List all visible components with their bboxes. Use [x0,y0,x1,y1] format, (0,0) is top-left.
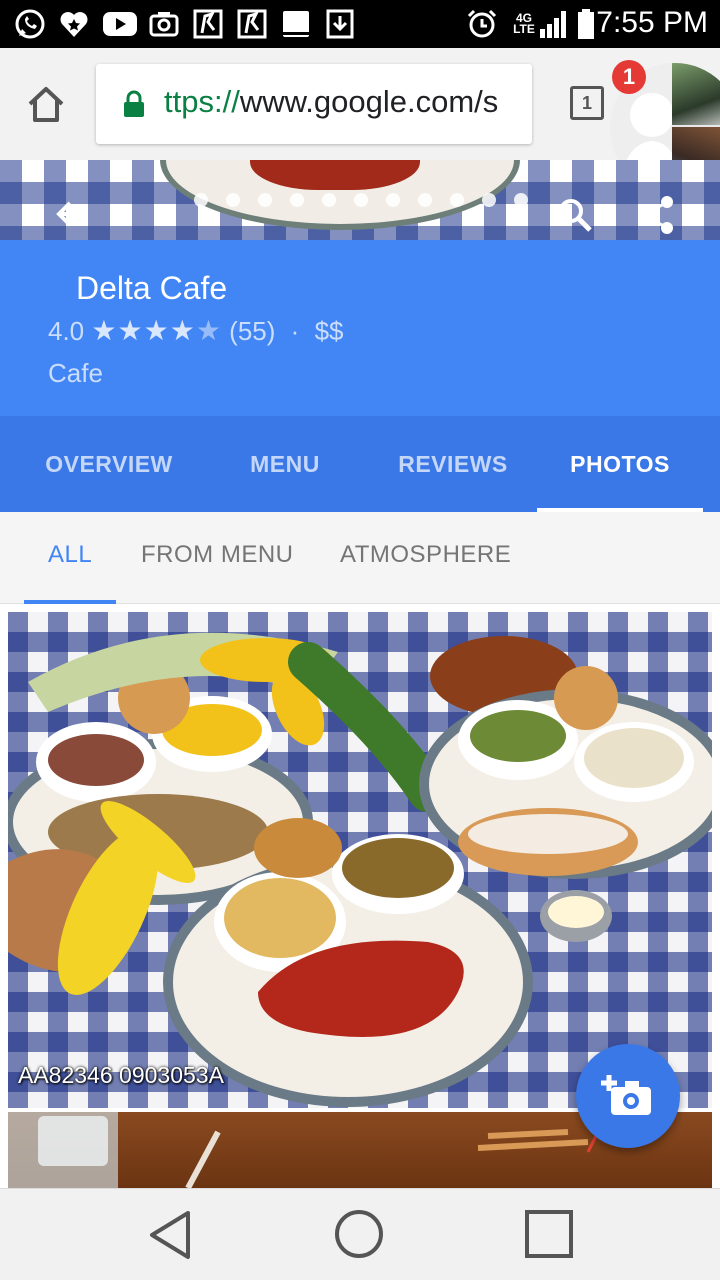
nav-back-icon[interactable] [146,1209,194,1261]
add-photo-button[interactable] [576,1044,680,1148]
carousel-dot[interactable] [482,193,496,207]
tab-menu[interactable]: MENU [200,416,370,512]
rating-value: 4.0 [48,316,85,346]
bookmark-icon [236,8,268,40]
battery-icon [574,8,598,40]
rating-stars: ★★★★★ [91,315,222,346]
status-bar: 4G LTE 7:55 PM [0,0,720,48]
url-scheme: ttps:// [164,84,240,119]
network-type: 4G LTE [513,11,535,36]
search-icon[interactable] [556,196,594,234]
star-icon: ★ [91,315,118,346]
tab-photos[interactable]: PHOTOS [537,416,703,512]
nav-home-icon[interactable] [334,1209,384,1259]
avatar-photo-top [672,63,720,125]
rating-row: 4.0 ★★★★★ (55) · $$ [48,314,343,347]
carousel-dot[interactable] [194,193,208,207]
lock-icon [122,90,146,118]
status-time: 7:55 PM [596,6,708,39]
download-icon [324,8,356,40]
tab-overview[interactable]: OVERVIEW [20,416,198,512]
url-host: www.google.com/s [239,84,499,119]
carousel-dot[interactable] [514,193,528,207]
photo-tile[interactable]: AA82346 0903053A [8,612,712,1108]
carousel-dot[interactable] [322,193,336,207]
subtab-all[interactable]: ALL [48,512,92,600]
nav-recents-icon[interactable] [524,1209,574,1259]
browser-toolbar: ttps://www.google.com/s 1 1 [0,48,720,193]
carousel-dot[interactable] [290,193,304,207]
bookmark-icon [192,8,224,40]
carousel-dot[interactable] [450,193,464,207]
place-header: Delta Cafe 4.0 ★★★★★ (55) · $$ Cafe [0,240,720,416]
star-icon: ★ [117,315,144,346]
food-illustration [8,632,712,1107]
whatsapp-icon [14,8,46,40]
url-bar[interactable]: ttps://www.google.com/s [96,64,532,144]
separator: · [290,316,300,346]
photo-filter-tabs: ALL FROM MENU ATMOSPHERE [0,512,720,604]
url-text: ttps://www.google.com/s [164,84,498,120]
tab-switcher-button[interactable]: 1 [570,86,604,120]
place-tabs: OVERVIEW MENU REVIEWS PHOTOS [0,416,720,512]
price-level: $$ [314,316,344,346]
holy-bible-icon [280,8,312,40]
photo-caption: AA82346 0903053A [18,1062,224,1088]
alarm-icon [466,8,498,40]
place-category: Cafe [48,358,103,388]
star-icon: ★ [195,315,222,346]
star-icon: ★ [169,315,196,346]
notification-badge: 1 [612,60,646,94]
subtab-atmosphere[interactable]: ATMOSPHERE [340,512,511,600]
heart-star-icon [58,8,90,40]
carousel-dot[interactable] [258,193,272,207]
camera-icon [148,8,180,40]
back-arrow-icon[interactable] [54,196,90,232]
carousel-dot[interactable] [354,193,368,207]
screen: 4G LTE 7:55 PM ttps://www.google.com/s 1 [0,0,720,1280]
android-nav-bar [0,1188,720,1280]
home-icon[interactable] [24,82,68,126]
youtube-icon [102,8,138,40]
add-photo-icon [601,1069,655,1124]
review-count[interactable]: (55) [229,316,275,346]
carousel-dot[interactable] [386,193,400,207]
tab-reviews[interactable]: REVIEWS [370,416,536,512]
subtab-from-menu[interactable]: FROM MENU [141,512,293,600]
place-name: Delta Cafe [76,270,228,306]
carousel-dot[interactable] [226,193,240,207]
share-icon[interactable] [636,194,676,236]
signal-icon [538,8,570,40]
star-icon: ★ [143,315,170,346]
carousel-dot[interactable] [418,193,432,207]
